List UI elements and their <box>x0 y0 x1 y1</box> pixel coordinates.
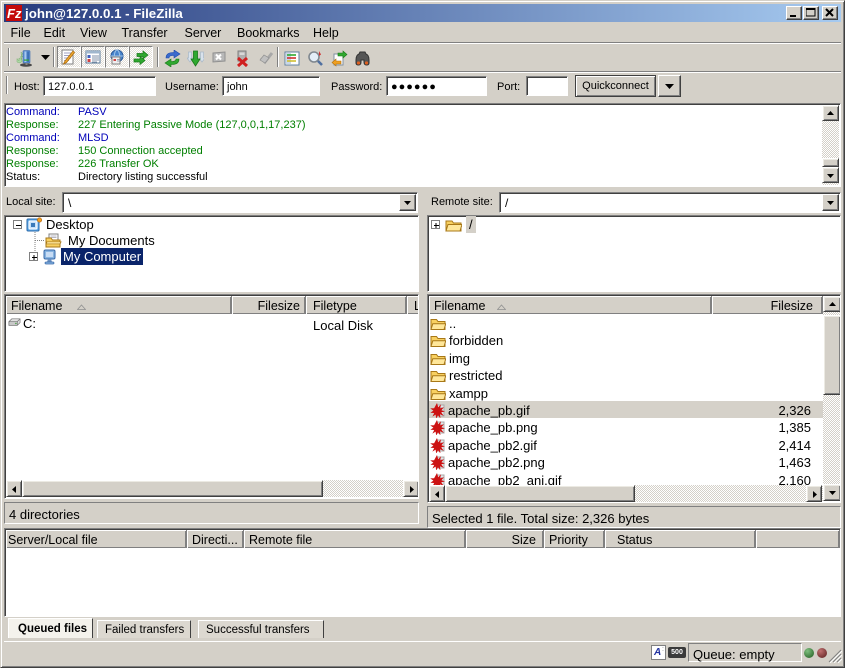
svg-text:Fz: Fz <box>7 6 22 21</box>
